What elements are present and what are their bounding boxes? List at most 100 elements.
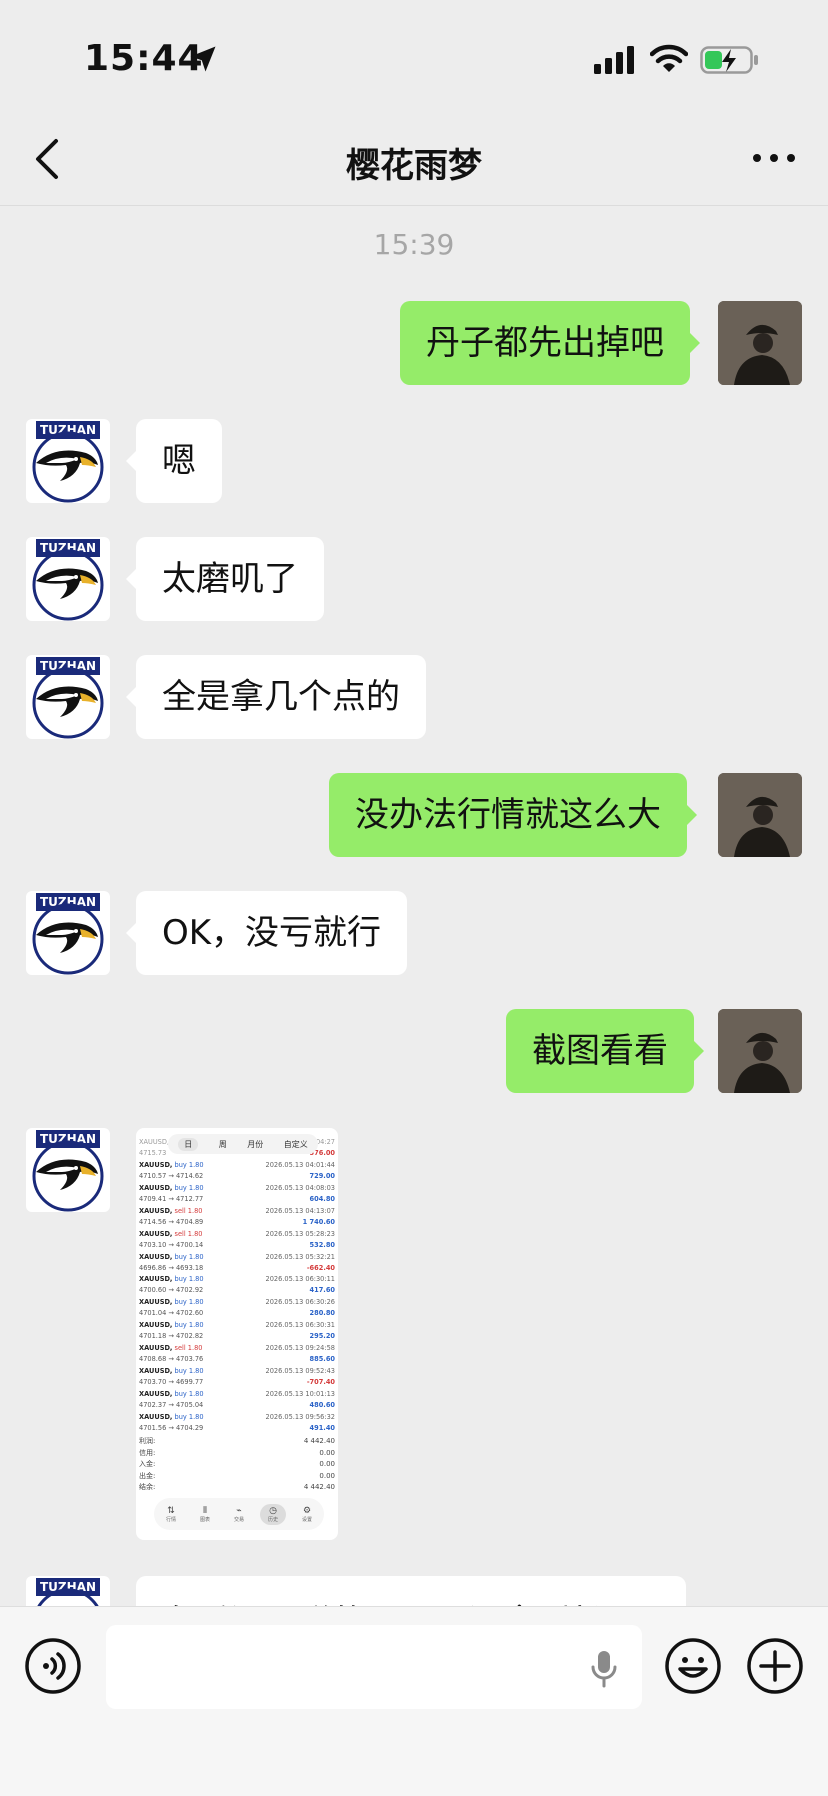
trade-symbol: XAUUSD,: [139, 1183, 173, 1192]
gear-icon: ⚙: [302, 1505, 312, 1516]
trade-profit: 295.20: [309, 1332, 335, 1341]
thumb-trade-row: XAUUSD, buy 1.80 4701.04 → 4702.60 2026.05…: [139, 1297, 335, 1320]
trade-profit: 280.80: [309, 1309, 335, 1318]
trade-profit: 480.60: [309, 1400, 335, 1409]
trade-date: 2026.05.13 04:13:07: [265, 1206, 335, 1215]
trade-date: 2026.05.13 04:01:44: [265, 1161, 335, 1169]
thumb-header-prices: 4715.73: [139, 1149, 167, 1157]
chat-input-bar: [0, 1606, 828, 1796]
contact-avatar[interactable]: TUZHAN: [26, 1128, 110, 1212]
thumb-nav-label: 行情: [165, 1516, 176, 1523]
trade-side: buy 1.80: [174, 1321, 204, 1330]
trade-side: sell 1.80: [174, 1344, 203, 1353]
message-bubble-received[interactable]: 嗯: [126, 419, 222, 503]
trade-symbol: XAUUSD,: [139, 1298, 173, 1307]
thumb-nav-chart: ⫴ 图表: [192, 1506, 218, 1523]
trade-side: buy 1.80: [174, 1412, 204, 1421]
trade-date: 2026.05.13 06:30:11: [265, 1275, 335, 1284]
emoji-icon[interactable]: [664, 1637, 722, 1695]
trade-date: 2026.05.13 06:30:31: [265, 1321, 335, 1330]
message-timestamp: 15:39: [373, 228, 455, 261]
eagle-logo-icon: [32, 667, 104, 739]
thumb-trade-row: XAUUSD, buy 1.80 4703.70 → 4699.77 2026.05…: [139, 1366, 335, 1389]
thumb-nav-history: ◷ 历史: [260, 1503, 286, 1525]
message-bubble-received[interactable]: 全是拿几个点的: [126, 655, 426, 739]
thumb-nav-label: 交易: [233, 1516, 244, 1523]
my-avatar[interactable]: [718, 301, 802, 385]
trade-side: buy 1.80: [174, 1275, 204, 1284]
summary-label: 利润:: [139, 1437, 156, 1445]
trade-profit: 417.60: [309, 1286, 335, 1295]
summary-value: 0.00: [319, 1460, 335, 1468]
trade-profit: 491.40: [309, 1423, 335, 1432]
thumb-tab-week: 周: [218, 1139, 227, 1149]
voice-toggle-icon[interactable]: [24, 1637, 82, 1695]
trade-date: 2026.05.13 05:32:21: [265, 1252, 335, 1261]
trade-side: buy 1.80: [174, 1367, 204, 1376]
trade-symbol: XAUUSD,: [139, 1252, 173, 1261]
thumb-summary-row: 入金: 0.00: [139, 1459, 335, 1471]
summary-label: 入金:: [139, 1460, 156, 1468]
thumb-trade-row: XAUUSD, buy 1.80 4702.37 → 4705.04 2026.05…: [139, 1389, 335, 1412]
summary-label: 结余:: [139, 1483, 156, 1491]
summary-value: 0.00: [319, 1448, 335, 1457]
message-bubble-received[interactable]: OK，没亏就行: [125, 891, 408, 975]
trade-profit: 604.80: [309, 1194, 335, 1203]
contact-avatar[interactable]: TUZHAN: [26, 891, 110, 975]
contact-avatar[interactable]: TUZHAN: [26, 537, 110, 621]
trade-side: buy 1.80: [174, 1252, 204, 1261]
trade-profit: 729.00: [309, 1172, 335, 1180]
message-bubble-sent[interactable]: 丹子都先出掉吧: [400, 301, 700, 385]
contact-avatar[interactable]: TUZHAN: [26, 655, 110, 739]
eagle-logo-icon: [32, 1140, 104, 1212]
thumb-summary-row: 利润: 4 442.40: [139, 1436, 335, 1448]
arrows-icon: ⇅: [167, 1505, 175, 1516]
my-avatar[interactable]: [718, 773, 802, 857]
candles-icon: ⫴: [203, 1505, 207, 1516]
trade-date: 2026.05.13 05:28:23: [265, 1229, 335, 1238]
message-bubble-sent[interactable]: 截图看看: [506, 1009, 704, 1093]
trade-date: 2026.05.13 04:08:03: [265, 1183, 335, 1192]
thumb-nav-label: 图表: [199, 1516, 210, 1523]
trade-symbol: XAUUSD,: [139, 1161, 173, 1169]
thumb-bottom-nav: ⇅ 行情 ⫴ 图表 ⌁ 交易 ◷ 历史 ⚙ 设置: [154, 1498, 324, 1530]
trade-profit: -707.40: [306, 1378, 335, 1387]
thumb-trade-row: XAUUSD, buy 1.80 4710.57 → 4714.62 2026.05…: [139, 1160, 335, 1183]
trade-side: buy 1.80: [174, 1298, 204, 1307]
trend-icon: ⌁: [236, 1505, 242, 1516]
trade-side: buy 1.80: [174, 1389, 204, 1398]
microphone-icon[interactable]: [590, 1649, 618, 1689]
trade-symbol: XAUUSD,: [139, 1367, 173, 1376]
plus-icon[interactable]: [746, 1637, 804, 1695]
thumb-trade-list: XAUUSD, buy 1.80 4710.57 → 4714.62 2026.05…: [139, 1160, 335, 1435]
thumb-trade-row: XAUUSD, buy 1.80 4709.41 → 4712.77 2026.05…: [139, 1183, 335, 1206]
trade-date: 2026.05.13 09:52:43: [265, 1367, 335, 1376]
my-avatar[interactable]: [718, 1009, 802, 1093]
thumb-trade-row: XAUUSD, sell 1.80 4714.56 → 4704.89 2026.0…: [139, 1206, 335, 1229]
thumb-trade-row: XAUUSD, buy 1.80 4700.60 → 4702.92 2026.05…: [139, 1274, 335, 1297]
trade-symbol: XAUUSD,: [139, 1389, 173, 1398]
more-options-icon[interactable]: [752, 148, 796, 168]
eagle-logo-icon: [32, 431, 104, 503]
thumb-nav-quotes: ⇅ 行情: [158, 1506, 184, 1523]
message-bubble-received[interactable]: 太磨叽了: [126, 537, 324, 621]
trade-date: 2026.05.13 06:30:26: [265, 1298, 335, 1307]
thumb-summary-row: 信用: 0.00: [139, 1448, 335, 1460]
thumb-trade-row: XAUUSD, sell 1.80 4708.68 → 4703.76 2026.0…: [139, 1343, 335, 1366]
trade-profit: 885.60: [309, 1355, 335, 1364]
person-silhouette-icon: [718, 1009, 802, 1093]
image-message-thumbnail[interactable]: XAUUSD, s 4715.73 5 13 05:04:27 -576.00 …: [136, 1128, 338, 1540]
message-input[interactable]: [106, 1625, 642, 1709]
thumb-nav-settings: ⚙ 设置: [294, 1506, 320, 1523]
summary-value: 4 442.40: [303, 1437, 335, 1445]
contact-avatar[interactable]: TUZHAN: [26, 419, 110, 503]
trade-profit: 1 740.60: [302, 1217, 335, 1226]
thumb-tab-day: 日: [178, 1137, 199, 1151]
trade-side: sell 1.80: [174, 1229, 203, 1238]
message-bubble-sent[interactable]: 没办法行情就这么大: [329, 773, 697, 857]
thumb-summary: 利润: 4 442.40 信用: 0.00 入金: 0.00 出金: 0.00 结余: 4 442…: [139, 1436, 335, 1494]
trade-symbol: XAUUSD,: [139, 1206, 173, 1215]
trade-symbol: XAUUSD,: [139, 1229, 173, 1238]
thumb-nav-label: 设置: [301, 1516, 312, 1523]
trade-side: buy 1.80: [174, 1183, 204, 1192]
